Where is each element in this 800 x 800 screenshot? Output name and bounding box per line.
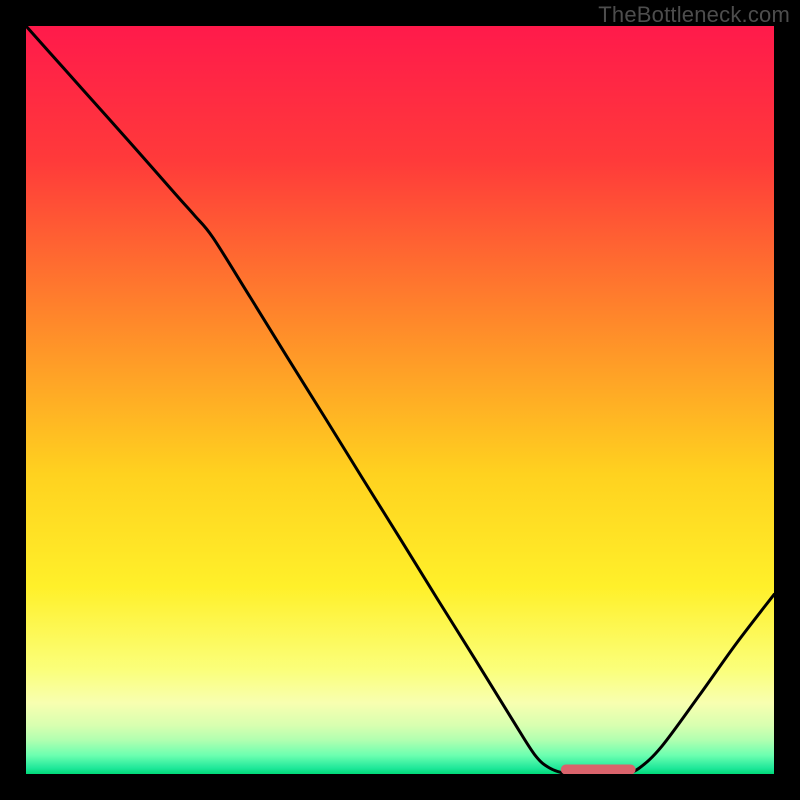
chart-svg bbox=[26, 26, 774, 774]
gradient-background bbox=[26, 26, 774, 774]
optimum-marker bbox=[561, 765, 636, 775]
watermark-text: TheBottleneck.com bbox=[598, 2, 790, 28]
chart-frame bbox=[26, 26, 774, 774]
